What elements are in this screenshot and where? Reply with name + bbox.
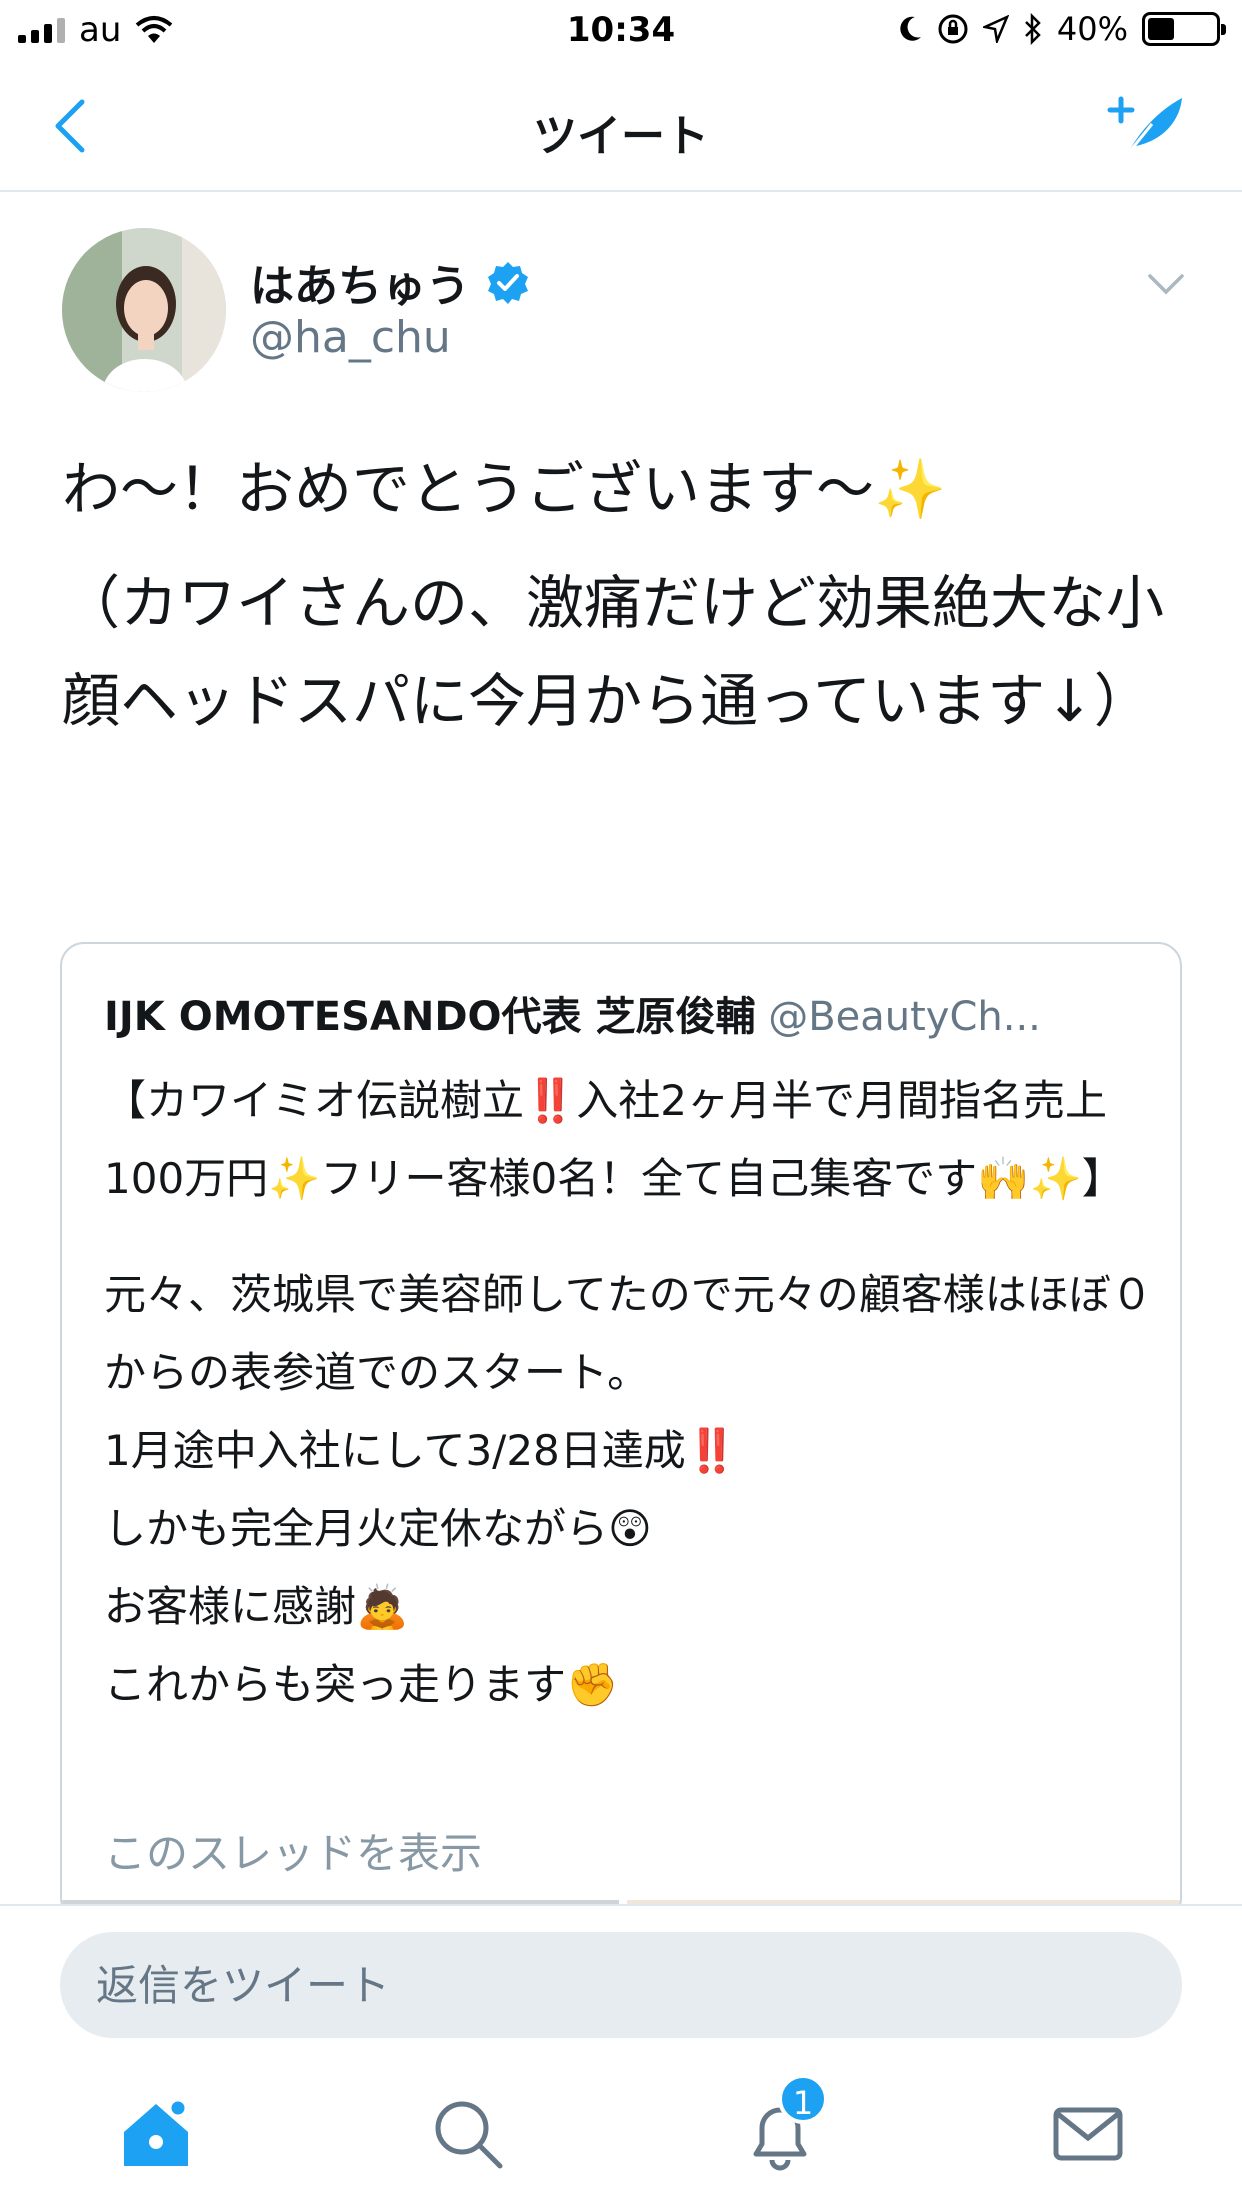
nav-bar: ツイート [0, 62, 1242, 192]
user-name-row[interactable]: はあちゅう [250, 250, 530, 314]
chevron-down-icon[interactable] [1146, 272, 1186, 296]
orientation-lock-icon [938, 14, 968, 44]
status-right: 40% [897, 10, 1226, 48]
battery-percent: 40% [1056, 10, 1128, 48]
avatar-image [62, 228, 226, 392]
quoted-user-name: IJK OMOTESANDO代表 芝原俊輔 [104, 994, 756, 1040]
quoted-text-line: しかも完全月火定休ながら😲 [104, 1504, 652, 1553]
avatar[interactable] [62, 228, 226, 392]
tweet-text-line: （カワイさんの、激痛だけど効果絶大な小顔ヘッドスパに今月から通っています↓） [62, 569, 1165, 735]
verified-badge-icon [488, 262, 528, 304]
user-handle[interactable]: @ha_chu [250, 312, 451, 363]
status-bar: au 10:34 40% [0, 0, 1242, 62]
mail-icon[interactable] [1048, 2094, 1128, 2174]
show-thread-link[interactable]: このスレッドを表示 [104, 1820, 482, 1881]
quoted-text-line: 元々、茨城県で美容師してたので元々の顧客様はほぼ０からの表参道でのスタート。 [104, 1270, 1153, 1397]
quoted-tweet-text: 【カワイミオ伝説樹立‼️入社2ヶ月半で月間指名売上100万円✨フリー客様0名！全… [104, 1062, 1154, 1724]
quoted-tweet-header: IJK OMOTESANDO代表 芝原俊輔 @BeautyCh... [104, 984, 1144, 1042]
tab-notifications[interactable]: 1 [740, 2074, 828, 2174]
battery-icon [1142, 12, 1226, 46]
tweet-text-line: わ〜！おめでとうございます〜✨ [62, 455, 947, 523]
user-name[interactable]: はあちゅう [250, 250, 470, 314]
notification-badge: 1 [778, 2074, 828, 2124]
tab-bar: 1 [0, 2054, 1242, 2208]
quoted-text-line: お客様に感謝🙇 [104, 1582, 409, 1631]
quoted-text-line: これからも突っ走ります✊ [104, 1660, 619, 1709]
reply-bar [0, 1904, 1242, 2054]
bluetooth-icon [1024, 13, 1041, 45]
quoted-tweet-card[interactable]: IJK OMOTESANDO代表 芝原俊輔 @BeautyCh... 【カワイミ… [60, 942, 1182, 1922]
tweet-text: わ〜！おめでとうございます〜✨ （カワイさんの、激痛だけど効果絶大な小顔ヘッドス… [62, 440, 1192, 750]
quoted-user-handle: @BeautyCh... [768, 994, 1041, 1040]
page-title: ツイート [533, 111, 709, 162]
reply-input[interactable] [60, 1932, 1182, 2038]
home-icon[interactable] [116, 2094, 196, 2174]
moon-icon [900, 16, 921, 41]
search-icon[interactable] [428, 2094, 508, 2174]
location-icon [982, 15, 1009, 43]
quoted-text-line: 1月途中入社にして3/28日達成‼️ [104, 1426, 739, 1475]
battery-level [1148, 18, 1175, 40]
compose-tweet-icon[interactable] [1106, 90, 1186, 162]
quoted-text-paragraph: 【カワイミオ伝説樹立‼️入社2ヶ月半で月間指名売上100万円✨フリー客様0名！全… [104, 1076, 1124, 1203]
